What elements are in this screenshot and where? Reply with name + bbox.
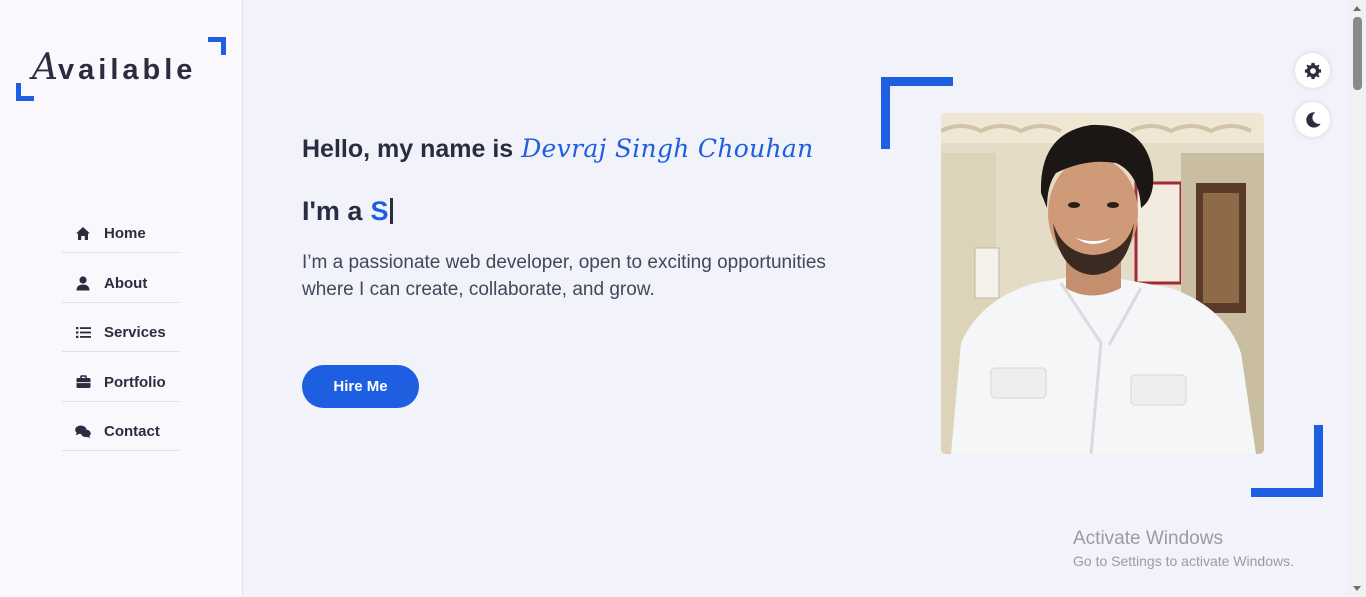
theme-toggle-button[interactable] xyxy=(1295,102,1330,137)
nav-label: Services xyxy=(104,324,166,341)
nav-item-contact[interactable]: Contact xyxy=(62,413,180,451)
windows-activation-watermark: Activate Windows Go to Settings to activ… xyxy=(1073,527,1294,572)
role-prefix: I'm a xyxy=(302,196,363,226)
nav-item-home[interactable]: Home xyxy=(62,215,180,253)
nav-item-about[interactable]: About xyxy=(62,265,180,303)
hero-role: I'm aS xyxy=(302,196,394,227)
hire-me-button[interactable]: Hire Me xyxy=(302,365,419,408)
hero-name: Devraj Singh Chouhan xyxy=(521,134,814,163)
main-nav: Home About Services Portfolio Contact xyxy=(62,215,180,463)
scroll-thumb[interactable] xyxy=(1353,17,1362,90)
profile-photo xyxy=(941,113,1264,454)
scroll-down-arrow-icon[interactable] xyxy=(1353,586,1361,591)
nav-label: Home xyxy=(104,225,146,242)
watermark-subtitle: Go to Settings to activate Windows. xyxy=(1073,553,1294,569)
hero-greeting: Hello, my name is Devraj Singh Chouhan xyxy=(302,134,813,164)
scroll-up-arrow-icon[interactable] xyxy=(1353,6,1361,11)
role-typed-text: S xyxy=(370,196,389,226)
hero-description: I’m a passionate web developer, open to … xyxy=(302,252,826,300)
logo-first-letter: A xyxy=(32,47,58,88)
greeting-text: Hello, my name is xyxy=(302,135,514,163)
home-icon xyxy=(75,226,91,242)
nav-label: Contact xyxy=(104,423,160,440)
comments-icon xyxy=(75,424,91,440)
watermark-title: Activate Windows xyxy=(1073,528,1223,549)
logo[interactable]: Available xyxy=(16,37,226,101)
moon-icon xyxy=(1304,111,1322,129)
nav-label: About xyxy=(104,274,148,292)
gear-icon xyxy=(1304,62,1322,80)
logo-corner-decoration xyxy=(208,37,226,55)
briefcase-icon xyxy=(75,374,91,390)
nav-item-portfolio[interactable]: Portfolio xyxy=(62,364,180,402)
logo-text: Available xyxy=(32,47,196,88)
logo-rest: vailable xyxy=(58,54,197,86)
typing-cursor xyxy=(390,198,394,224)
nav-label: Portfolio xyxy=(104,373,166,391)
page-scrollbar[interactable] xyxy=(1349,0,1366,597)
settings-button[interactable] xyxy=(1295,53,1330,88)
user-icon xyxy=(75,275,91,291)
nav-item-services[interactable]: Services xyxy=(62,314,180,352)
corner-decoration-bottom-right xyxy=(1251,425,1323,497)
list-icon xyxy=(75,325,91,341)
sidebar: Available Home About Services Portfolio xyxy=(0,0,243,597)
